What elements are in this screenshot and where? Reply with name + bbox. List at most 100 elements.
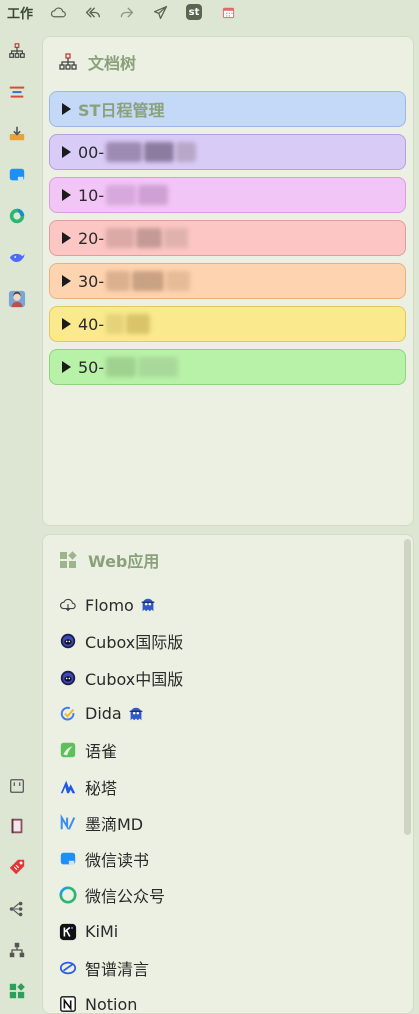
wechat-official-icon (59, 886, 77, 904)
calendar-icon[interactable] (211, 1, 245, 23)
web-app-item[interactable]: Notion (59, 990, 138, 1014)
notebook-label: 20- (78, 228, 105, 248)
outline-icon[interactable] (7, 82, 27, 102)
web-app-item[interactable]: Dida (59, 700, 145, 728)
notebook-row[interactable]: 00- (49, 134, 406, 170)
st-icon[interactable]: st (177, 1, 211, 23)
notebook-row[interactable]: ST日程管理 (49, 91, 406, 127)
doc-tree-header: 文档树 (43, 37, 413, 87)
web-app-item[interactable]: 智谱清言 (59, 954, 149, 982)
web-app-item[interactable]: 语雀 (59, 736, 117, 764)
web-app-name: Notion (85, 994, 138, 1014)
redacted-text (164, 228, 189, 248)
notebook-row[interactable]: 40- (49, 306, 406, 342)
notebook-label: ST日程管理 (78, 101, 165, 120)
web-apps-scrollbar[interactable] (404, 539, 411, 835)
dida-icon (59, 705, 77, 723)
wechat-official-icon[interactable] (7, 206, 27, 226)
st-badge: st (186, 4, 202, 20)
web-app-item[interactable]: 秘塔 (59, 773, 117, 801)
zhipu-icon (59, 959, 77, 977)
web-app-name: 微信读书 (85, 851, 150, 871)
web-apps-header: Web应用 (43, 535, 413, 585)
expand-arrow-icon[interactable] (62, 189, 71, 201)
expand-arrow-icon[interactable] (62, 275, 71, 287)
redacted-text (144, 142, 175, 162)
web-app-item[interactable]: Flomo (59, 591, 157, 619)
tag-icon[interactable] (7, 857, 27, 877)
wechat-read-icon (59, 850, 77, 868)
notebook-row[interactable]: 20- (49, 220, 406, 256)
web-app-item[interactable]: 微信读书 (59, 845, 149, 873)
cloud-icon[interactable] (41, 1, 75, 23)
web-app-item[interactable]: 墨滴MD (59, 809, 143, 837)
redacted-text (106, 357, 137, 377)
notebook-row[interactable]: 50- (49, 349, 406, 385)
doc-tree-title: 文档树 (88, 54, 137, 73)
web-app-name: Dida (85, 704, 122, 724)
redacted-text (138, 357, 179, 377)
mdnice-icon (59, 813, 77, 832)
left-dock (0, 34, 34, 1005)
web-app-name: 智谱清言 (85, 960, 150, 979)
expand-arrow-icon[interactable] (62, 361, 71, 373)
deepseek-icon[interactable] (7, 247, 27, 267)
redacted-text (106, 314, 125, 334)
notebook-label: 40- (78, 314, 105, 334)
cubox-icon (59, 632, 77, 650)
web-app-item[interactable]: Cubox国际版 (59, 627, 183, 655)
doc-tree-icon[interactable] (7, 41, 27, 61)
send-icon[interactable] (143, 1, 177, 23)
web-app-item[interactable]: KiMi (59, 918, 118, 946)
panel-icon[interactable] (7, 776, 27, 796)
tree-icon[interactable] (7, 940, 27, 960)
redacted-text (132, 271, 165, 291)
expand-arrow-icon[interactable] (62, 146, 71, 158)
ghost-badge-icon (141, 598, 155, 612)
redacted-text (138, 185, 169, 205)
apps-icon (60, 551, 77, 568)
web-app-name: 秘塔 (85, 778, 118, 798)
redacted-text (136, 228, 163, 248)
notion-icon (59, 995, 77, 1013)
expand-arrow-icon[interactable] (62, 318, 71, 330)
redacted-text (166, 271, 191, 291)
web-app-item[interactable]: Cubox中国版 (59, 664, 183, 692)
avatar-icon[interactable] (7, 289, 27, 309)
graph-icon[interactable] (7, 899, 27, 919)
yuque-icon (59, 741, 77, 759)
web-app-item[interactable]: 微信公众号 (59, 881, 165, 909)
expand-arrow-icon[interactable] (62, 103, 71, 115)
redacted-text (106, 271, 131, 291)
web-app-name: 墨滴MD (85, 814, 144, 834)
web-apps-panel: Web应用 Flomo Cubox国际版 Cubox中国版 Dida 语雀秘塔墨滴MD 微… (42, 534, 414, 1014)
web-app-name: 微信公众号 (85, 887, 166, 907)
notebook-label: 00- (78, 142, 105, 162)
inbox-download-icon[interactable] (7, 124, 27, 144)
flomo-icon (59, 596, 77, 614)
forward-icon[interactable] (109, 1, 143, 23)
notebook-row[interactable]: 10- (49, 177, 406, 213)
redacted-text (106, 185, 137, 205)
expand-arrow-icon[interactable] (62, 232, 71, 244)
notebook-icon[interactable] (7, 816, 27, 836)
reply-all-icon[interactable] (75, 1, 109, 23)
apps-icon[interactable] (7, 981, 27, 1001)
doc-tree-icon (59, 53, 77, 70)
redacted-text (126, 314, 151, 334)
top-toolbar: 工作 st (0, 0, 419, 24)
redacted-text (106, 142, 143, 162)
notebook-row[interactable]: 30- (49, 263, 406, 299)
workspace-title[interactable]: 工作 (7, 3, 41, 22)
notebook-label: 50- (78, 357, 105, 377)
metaso-icon (59, 778, 77, 796)
web-app-name: KiMi (85, 922, 119, 942)
doc-tree-panel: 文档树 ST日程管理 00- 10- 20- 30- 40- 50- (42, 36, 414, 526)
notebook-label: 10- (78, 185, 105, 205)
kimi-icon (59, 923, 77, 941)
web-app-name: Flomo (85, 595, 134, 615)
wechat-read-icon[interactable] (7, 165, 27, 185)
web-app-name: Cubox中国版 (85, 669, 184, 689)
redacted-text (176, 142, 197, 162)
notebook-label: 30- (78, 271, 105, 291)
